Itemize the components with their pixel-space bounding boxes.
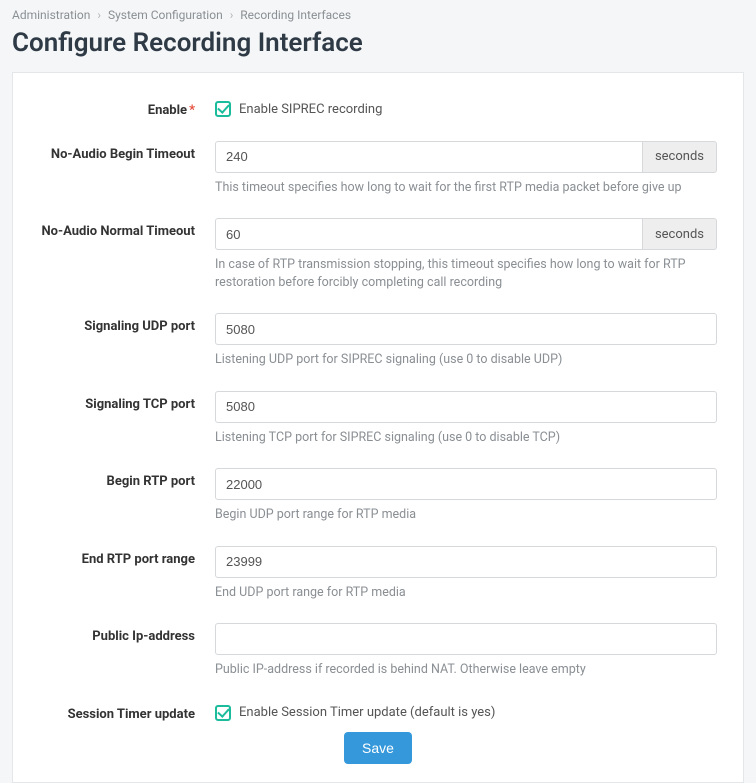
sig-udp-input[interactable] [215,313,717,345]
no-audio-begin-input[interactable] [215,141,643,173]
sig-tcp-help: Listening TCP port for SIPREC signaling … [215,429,717,447]
form-panel: Enable* Enable SIPREC recording No-Audio… [12,72,744,783]
rtp-begin-input[interactable] [215,468,717,500]
rtp-begin-help: Begin UDP port range for RTP media [215,506,717,524]
chevron-right-icon: › [97,8,101,22]
page-title: Configure Recording Interface [0,26,756,72]
form-actions: Save [39,732,717,764]
required-mark: * [189,103,195,118]
session-timer-checkbox[interactable]: Enable Session Timer update (default is … [215,701,717,721]
seconds-unit: seconds [643,218,717,250]
rtp-end-label: End RTP port range [39,546,215,568]
seconds-unit: seconds [643,141,717,173]
sig-tcp-input[interactable] [215,391,717,423]
checkmark-icon [215,705,231,721]
sig-tcp-label: Signaling TCP port [39,391,215,413]
rtp-begin-label: Begin RTP port [39,468,215,490]
checkmark-icon [215,101,231,117]
breadcrumb-item-recording-interfaces[interactable]: Recording Interfaces [240,8,351,22]
no-audio-begin-help: This timeout specifies how long to wait … [215,179,717,197]
rtp-end-input[interactable] [215,546,717,578]
save-button[interactable]: Save [344,732,412,764]
public-ip-input[interactable] [215,623,717,655]
no-audio-normal-label: No-Audio Normal Timeout [39,218,215,240]
no-audio-normal-help: In case of RTP transmission stopping, th… [215,256,717,291]
breadcrumb-item-system-configuration[interactable]: System Configuration [108,8,223,22]
enable-checkbox-label: Enable SIPREC recording [239,102,382,117]
no-audio-begin-label: No-Audio Begin Timeout [39,141,215,163]
session-timer-checkbox-label: Enable Session Timer update (default is … [239,705,495,720]
sig-udp-help: Listening UDP port for SIPREC signaling … [215,351,717,369]
sig-udp-label: Signaling UDP port [39,313,215,335]
no-audio-normal-input[interactable] [215,218,643,250]
public-ip-help: Public IP-address if recorded is behind … [215,661,717,679]
breadcrumb: Administration › System Configuration › … [0,0,756,26]
chevron-right-icon: › [230,8,234,22]
enable-checkbox[interactable]: Enable SIPREC recording [215,97,717,117]
enable-label: Enable* [39,97,215,119]
public-ip-label: Public Ip-address [39,623,215,645]
breadcrumb-item-administration[interactable]: Administration [12,8,90,22]
session-timer-label: Session Timer update [39,701,215,723]
rtp-end-help: End UDP port range for RTP media [215,584,717,602]
